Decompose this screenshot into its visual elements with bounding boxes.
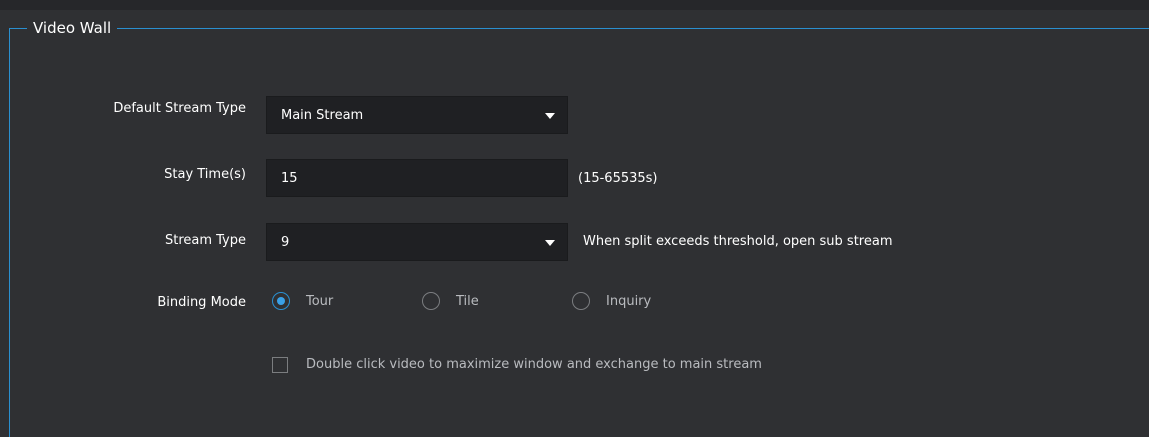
chevron-down-icon <box>545 113 555 119</box>
video-wall-settings-panel: Video Wall Default Stream Type Main Stre… <box>0 0 1149 437</box>
stay-time-value: 15 <box>281 171 298 186</box>
top-strip <box>0 0 1149 10</box>
double-click-maximize-checkbox[interactable] <box>272 357 288 373</box>
radio-label-tile: Tile <box>456 294 479 309</box>
radio-label-tour: Tour <box>306 294 334 309</box>
radio-checked-icon[interactable] <box>272 292 290 310</box>
default-stream-type-label: Default Stream Type <box>113 101 246 116</box>
section-title: Video Wall <box>27 19 118 37</box>
default-stream-type-value: Main Stream <box>281 108 364 123</box>
stream-type-hint: When split exceeds threshold, open sub s… <box>583 234 893 249</box>
default-stream-type-dropdown[interactable]: Main Stream <box>266 96 568 134</box>
radio-unchecked-icon[interactable] <box>422 292 440 310</box>
stream-type-label: Stream Type <box>164 233 246 248</box>
chevron-down-icon <box>545 240 555 246</box>
stay-time-range-hint: (15-65535s) <box>578 171 658 186</box>
stay-time-label: Stay Time(s) <box>164 167 246 182</box>
stream-type-dropdown[interactable]: 9 <box>266 223 568 261</box>
binding-mode-option-tile[interactable]: Tile <box>422 291 542 311</box>
stay-time-input[interactable]: 15 <box>266 159 568 197</box>
stream-type-value: 9 <box>281 235 290 250</box>
binding-mode-label: Binding Mode <box>157 295 246 310</box>
double-click-maximize-label[interactable]: Double click video to maximize window an… <box>306 356 762 374</box>
radio-label-inquiry: Inquiry <box>606 294 652 309</box>
radio-unchecked-icon[interactable] <box>572 292 590 310</box>
binding-mode-option-inquiry[interactable]: Inquiry <box>572 291 692 311</box>
binding-mode-option-tour[interactable]: Tour <box>272 291 392 311</box>
